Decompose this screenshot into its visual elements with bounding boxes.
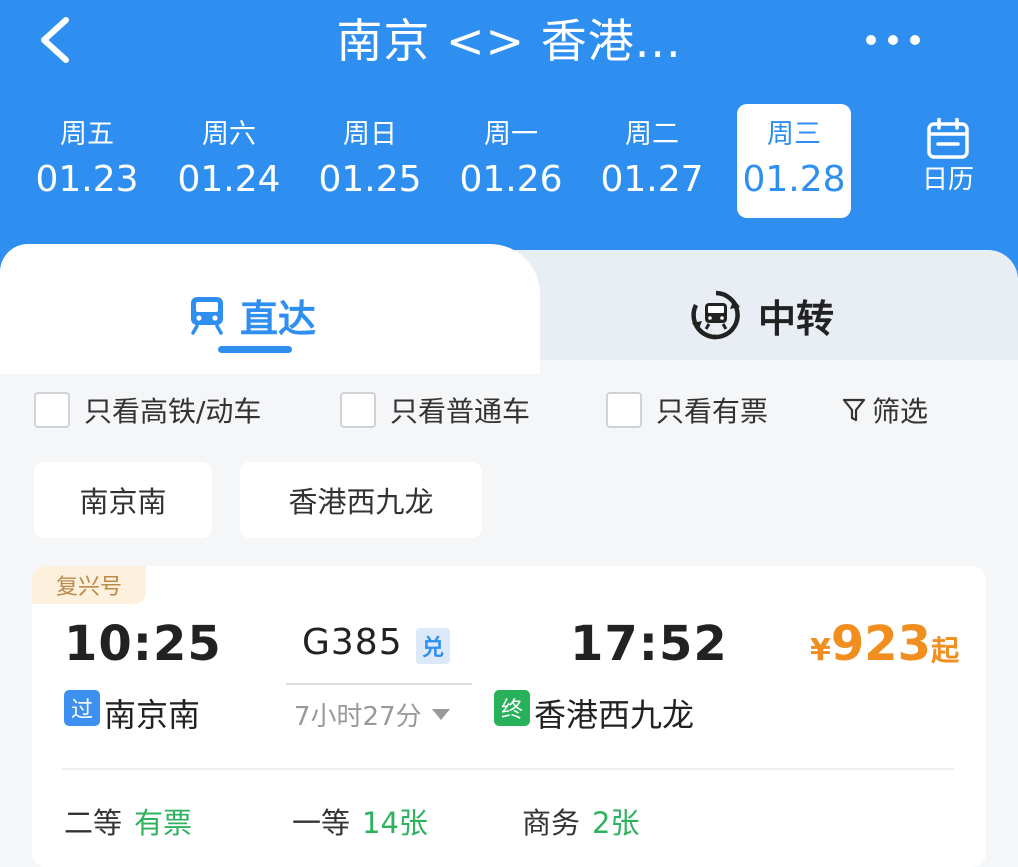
- checkbox-icon[interactable]: [606, 392, 642, 428]
- calendar-button[interactable]: 日历: [908, 112, 988, 212]
- train-number: G385: [302, 622, 403, 663]
- seat-first-class: 一等 14张: [292, 800, 428, 842]
- tab-transfer-label: 中转: [758, 296, 835, 341]
- date-item[interactable]: 周五 01.23: [30, 104, 144, 218]
- calendar-label: 日历: [921, 165, 974, 195]
- seat-name: 二等: [64, 806, 123, 840]
- card-divider: [62, 768, 954, 770]
- filter-label: 只看有票: [656, 395, 769, 428]
- seat-name: 商务: [522, 806, 581, 840]
- tab-direct[interactable]: 直达: [188, 280, 316, 350]
- terminal-station-tag: 终: [494, 690, 530, 726]
- duration-toggle[interactable]: 7小时27分: [294, 696, 450, 733]
- date-value: 01.27: [600, 159, 704, 200]
- screen-label: 筛选: [872, 395, 929, 428]
- checkbox-icon[interactable]: [34, 392, 70, 428]
- price-currency: ¥: [810, 633, 831, 668]
- tab-active-indicator: [218, 346, 292, 353]
- departure-station: 南京南: [104, 696, 201, 734]
- price-suffix: 起: [931, 634, 960, 667]
- train-type-badge: 复兴号: [32, 566, 146, 604]
- arrival-time: 17:52: [570, 616, 728, 672]
- date-weekday: 周二: [625, 119, 679, 150]
- more-button[interactable]: [866, 30, 920, 50]
- filter-label: 只看普通车: [390, 395, 531, 428]
- duration-text: 7小时27分: [294, 702, 422, 732]
- date-value: 01.28: [742, 159, 846, 200]
- price: ¥ 923 起: [810, 616, 959, 672]
- date-value: 01.26: [459, 159, 563, 200]
- filter-high-speed[interactable]: 只看高铁/动车: [34, 388, 261, 432]
- tab-transfer[interactable]: 中转: [688, 280, 834, 350]
- seat-second-class: 二等 有票: [64, 800, 192, 842]
- date-value: 01.25: [318, 159, 422, 200]
- date-item[interactable]: 周六 01.24: [172, 104, 286, 218]
- transfer-icon: [691, 290, 740, 340]
- date-weekday: 周日: [343, 119, 397, 150]
- seat-availability: 有票: [134, 806, 193, 840]
- exchange-tag: 兑: [416, 628, 450, 664]
- date-item[interactable]: 周一 01.26: [454, 104, 568, 218]
- date-weekday: 周五: [60, 119, 114, 150]
- filter-icon: [842, 398, 866, 422]
- date-weekday: 周三: [767, 119, 821, 150]
- seat-availability: 14张: [362, 806, 428, 840]
- price-value: 923: [830, 616, 932, 672]
- more-icon: [866, 35, 876, 45]
- seat-availability: 2张: [592, 806, 640, 840]
- date-item-selected[interactable]: 周三 01.28: [737, 104, 851, 218]
- filter-regular-train[interactable]: 只看普通车: [340, 388, 530, 432]
- departure-time: 10:25: [64, 616, 222, 672]
- date-item[interactable]: 周二 01.27: [595, 104, 709, 218]
- date-value: 01.23: [35, 159, 139, 200]
- checkbox-icon[interactable]: [340, 392, 376, 428]
- date-item[interactable]: 周日 01.25: [313, 104, 427, 218]
- train-icon: [191, 297, 223, 335]
- station-chip-departure[interactable]: 南京南: [34, 462, 212, 538]
- caret-down-icon: [431, 709, 450, 720]
- filter-label: 只看高铁/动车: [84, 395, 262, 428]
- seat-business-class: 商务 2张: [522, 800, 639, 842]
- station-chip-arrival[interactable]: 香港西九龙: [240, 462, 482, 538]
- seat-name: 一等: [292, 806, 351, 840]
- date-weekday: 周一: [484, 119, 538, 150]
- screen-button[interactable]: 筛选: [842, 388, 928, 432]
- calendar-icon: [927, 118, 969, 159]
- duration-line: [286, 683, 472, 685]
- arrival-station: 香港西九龙: [534, 696, 695, 734]
- date-weekday: 周六: [202, 119, 256, 150]
- filter-available[interactable]: 只看有票: [606, 388, 768, 432]
- pass-station-tag: 过: [64, 690, 100, 726]
- tab-direct-label: 直达: [240, 296, 317, 341]
- date-value: 01.24: [177, 159, 281, 200]
